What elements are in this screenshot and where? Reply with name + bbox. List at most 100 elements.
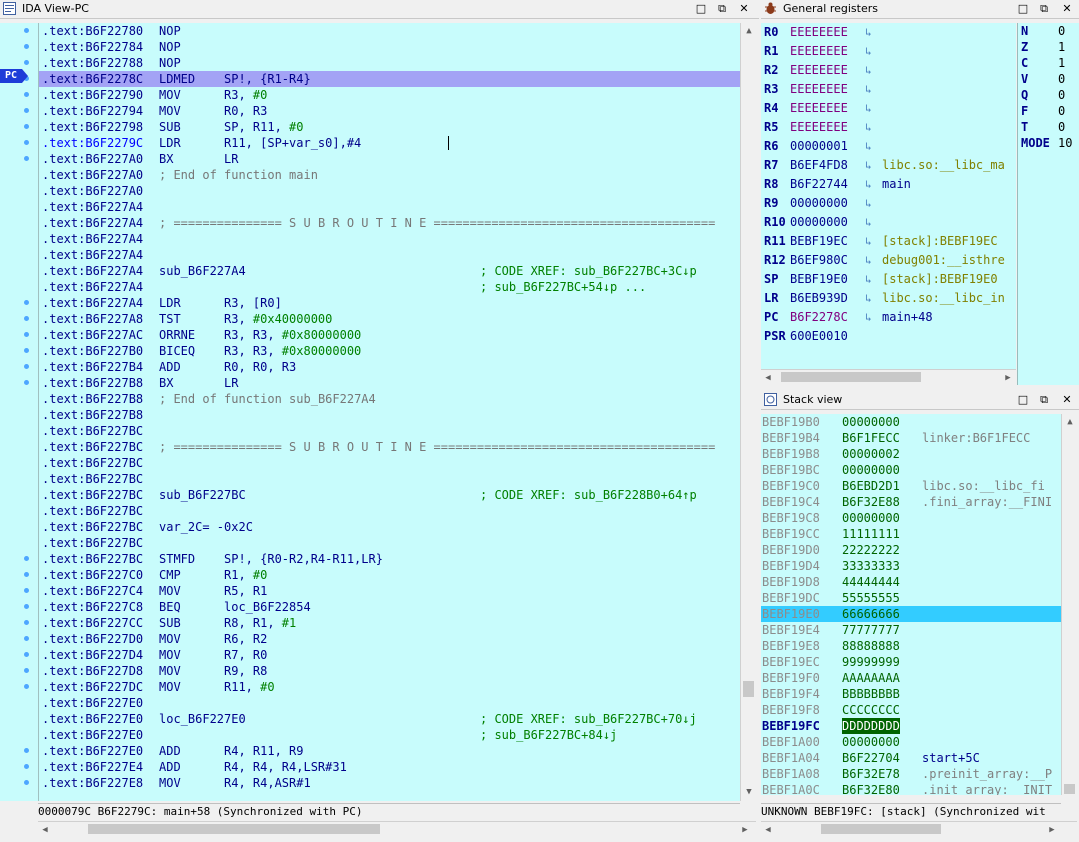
code-line[interactable]: .text:B6F2278C LDMED SP!, {R1-R4} xyxy=(39,71,741,87)
code-line[interactable]: .text:B6F22790 MOV R3, #0 xyxy=(39,87,741,103)
code-line[interactable]: .text:B6F2279C LDR R11, [SP+var_s0],#4 xyxy=(39,135,741,151)
breakpoint-dot[interactable] xyxy=(24,44,29,49)
scroll-left-icon[interactable]: ◀ xyxy=(761,371,775,385)
register-description[interactable]: debug001:__isthre xyxy=(882,251,1005,270)
stack-value[interactable]: DDDDDDDD xyxy=(842,718,900,734)
jump-arrow-icon[interactable]: ↳ xyxy=(865,80,872,99)
register-description[interactable]: [stack]:BEBF19EC xyxy=(882,232,998,251)
code-line[interactable]: .text:B6F227C0 CMP R1, #0 xyxy=(39,567,741,583)
stack-value[interactable]: BBBBBBBB xyxy=(842,686,900,702)
stack-value[interactable]: 11111111 xyxy=(842,526,900,542)
register-row[interactable]: R8 B6F22744 ↳ main xyxy=(761,175,1016,194)
stack-row[interactable]: BEBF1A0C B6F32E80 .init_array:__INIT xyxy=(761,782,1061,795)
breakpoint-dot[interactable] xyxy=(24,380,29,385)
stack-value[interactable]: B6F32E88 xyxy=(842,494,900,510)
restore-icon[interactable]: ⧉ xyxy=(714,1,730,16)
breakpoint-dot[interactable] xyxy=(24,668,29,673)
breakpoint-dot[interactable] xyxy=(24,556,29,561)
flag-value[interactable]: 0 xyxy=(1058,119,1065,135)
flag-row[interactable]: Q0 xyxy=(1018,87,1079,103)
code-line[interactable]: .text:B6F227BC xyxy=(39,455,741,471)
flag-row[interactable]: C1 xyxy=(1018,55,1079,71)
stack-row[interactable]: BEBF19C8 00000000 xyxy=(761,510,1061,526)
jump-arrow-icon[interactable]: ↳ xyxy=(865,308,872,327)
jump-arrow-icon[interactable]: ↳ xyxy=(865,251,872,270)
register-value[interactable]: B6EB939D xyxy=(790,289,848,308)
stack-value[interactable]: 00000000 xyxy=(842,414,900,430)
code-line[interactable]: .text:B6F227BC xyxy=(39,503,741,519)
register-row[interactable]: R2 EEEEEEEE ↳ xyxy=(761,61,1016,80)
stack-value[interactable]: 00000000 xyxy=(842,510,900,526)
register-row[interactable]: R1 EEEEEEEE ↳ xyxy=(761,42,1016,61)
register-value[interactable]: EEEEEEEE xyxy=(790,99,848,118)
scroll-left-icon[interactable]: ◀ xyxy=(38,823,52,837)
stack-value[interactable]: AAAAAAAA xyxy=(842,670,900,686)
code-line[interactable]: .text:B6F227A0 xyxy=(39,183,741,199)
stack-description[interactable]: linker:B6F1FECC xyxy=(922,430,1030,446)
code-line[interactable]: .text:B6F227E4 ADD R4, R4, R4,LSR#31 xyxy=(39,759,741,775)
jump-arrow-icon[interactable]: ↳ xyxy=(865,99,872,118)
stack-value[interactable]: 55555555 xyxy=(842,590,900,606)
register-row[interactable]: R12 B6EF980C ↳ debug001:__isthre xyxy=(761,251,1016,270)
register-value[interactable]: EEEEEEEE xyxy=(790,61,848,80)
stack-row[interactable]: BEBF19F8 CCCCCCCC xyxy=(761,702,1061,718)
breakpoint-dot[interactable] xyxy=(24,156,29,161)
code-line[interactable]: .text:B6F22798 SUB SP, R11, #0 xyxy=(39,119,741,135)
stack-description[interactable]: .preinit_array:__P xyxy=(922,766,1052,782)
code-line[interactable]: .text:B6F22794 MOV R0, R3 xyxy=(39,103,741,119)
xref-comment[interactable]: ; sub_B6F227BC+54↓p ... xyxy=(480,279,646,295)
stack-row[interactable]: BEBF19B4 B6F1FECC linker:B6F1FECC xyxy=(761,430,1061,446)
jump-arrow-icon[interactable]: ↳ xyxy=(865,23,872,42)
flag-value[interactable]: 0 xyxy=(1058,87,1065,103)
breakpoint-dot[interactable] xyxy=(24,780,29,785)
stack-description[interactable]: libc.so:__libc_fi xyxy=(922,478,1045,494)
breakpoint-dot[interactable] xyxy=(24,652,29,657)
code-line[interactable]: .text:B6F227A4 sub_B6F227A4 ; CODE XREF: s… xyxy=(39,263,741,279)
registers-horizontal-scrollbar[interactable]: ◀ ▶ xyxy=(761,369,1016,386)
register-row[interactable]: R11 BEBF19EC ↳ [stack]:BEBF19EC xyxy=(761,232,1016,251)
scroll-right-icon[interactable]: ▶ xyxy=(1045,823,1059,837)
code-line[interactable]: .text:B6F227D0 MOV R6, R2 xyxy=(39,631,741,647)
stack-row[interactable]: BEBF19F0 AAAAAAAA xyxy=(761,670,1061,686)
register-description[interactable]: [stack]:BEBF19E0 xyxy=(882,270,998,289)
jump-arrow-icon[interactable]: ↳ xyxy=(865,289,872,308)
code-line[interactable]: .text:B6F227CC SUB R8, R1, #1 xyxy=(39,615,741,631)
stack-value[interactable]: 44444444 xyxy=(842,574,900,590)
register-description[interactable]: libc.so:__libc_ma xyxy=(882,156,1005,175)
stack-value[interactable]: 88888888 xyxy=(842,638,900,654)
breakpoint-gutter[interactable] xyxy=(0,23,38,801)
flag-row[interactable]: N0 xyxy=(1018,23,1079,39)
stack-row[interactable]: BEBF19EC 99999999 xyxy=(761,654,1061,670)
breakpoint-dot[interactable] xyxy=(24,604,29,609)
stack-value[interactable]: 33333333 xyxy=(842,558,900,574)
register-row[interactable]: LR B6EB939D ↳ libc.so:__libc_in xyxy=(761,289,1016,308)
flag-row[interactable]: F0 xyxy=(1018,103,1079,119)
breakpoint-dot[interactable] xyxy=(24,748,29,753)
code-line[interactable]: .text:B6F227A4 xyxy=(39,231,741,247)
minimize-icon[interactable]: □ xyxy=(1015,392,1031,407)
register-row[interactable]: R4 EEEEEEEE ↳ xyxy=(761,99,1016,118)
code-line[interactable]: .text:B6F227D8 MOV R9, R8 xyxy=(39,663,741,679)
stack-row[interactable]: BEBF19B8 00000002 xyxy=(761,446,1061,462)
register-value[interactable]: EEEEEEEE xyxy=(790,118,848,137)
code-line[interactable]: .text:B6F227DC MOV R11, #0 xyxy=(39,679,741,695)
flag-value[interactable]: 1 xyxy=(1058,39,1065,55)
stack-row[interactable]: BEBF19E4 77777777 xyxy=(761,622,1061,638)
stack-value[interactable]: B6EBD2D1 xyxy=(842,478,900,494)
breakpoint-dot[interactable] xyxy=(24,300,29,305)
stack-row[interactable]: BEBF1A04 B6F22704 start+5C xyxy=(761,750,1061,766)
stack-value[interactable]: 00000000 xyxy=(842,462,900,478)
stack-row[interactable]: BEBF19E8 88888888 xyxy=(761,638,1061,654)
breakpoint-dot[interactable] xyxy=(24,124,29,129)
stack-row[interactable]: BEBF19CC 11111111 xyxy=(761,526,1061,542)
stack-row[interactable]: BEBF19C4 B6F32E88 .fini_array:__FINI xyxy=(761,494,1061,510)
register-row[interactable]: R0 EEEEEEEE ↳ xyxy=(761,23,1016,42)
code-line[interactable]: .text:B6F227BC xyxy=(39,535,741,551)
code-line[interactable]: .text:B6F227A4 xyxy=(39,199,741,215)
breakpoint-dot[interactable] xyxy=(24,108,29,113)
code-line[interactable]: .text:B6F227BC xyxy=(39,423,741,439)
stack-horizontal-scrollbar[interactable]: ◀ ▶ xyxy=(761,821,1077,838)
stack-description[interactable]: .fini_array:__FINI xyxy=(922,494,1052,510)
stack-vertical-scrollbar[interactable]: ▲ xyxy=(1061,414,1078,795)
register-description[interactable]: main+48 xyxy=(882,308,933,327)
